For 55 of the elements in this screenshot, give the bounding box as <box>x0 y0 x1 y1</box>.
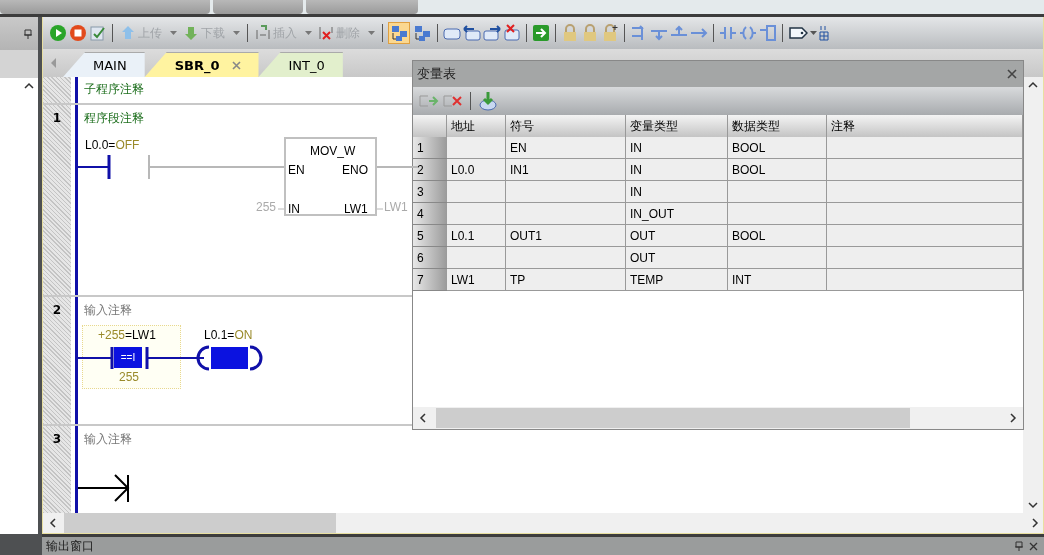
window-title: 变量表 <box>417 65 456 83</box>
table-cell[interactable]: LW1 <box>447 269 506 291</box>
pin-label: IN <box>288 202 300 216</box>
row-number: 6 <box>413 247 447 269</box>
table-cell[interactable]: L0.0 <box>447 159 506 181</box>
compare-value: 255 <box>119 370 140 384</box>
row-number: 2 <box>413 159 447 181</box>
table-cell[interactable]: TEMP <box>626 269 728 291</box>
table-cell[interactable]: L0.1 <box>447 225 506 247</box>
contact-label: L0.0=OFF <box>85 138 140 152</box>
table-cell[interactable]: OUT <box>626 247 728 269</box>
table-cell[interactable]: IN <box>626 159 728 181</box>
column-header: 变量类型 <box>626 115 728 137</box>
table-cell[interactable]: OUT1 <box>506 225 626 247</box>
subroutine-comment[interactable]: 子程序注释 <box>78 77 150 102</box>
comment-placeholder[interactable]: 输入注释 <box>84 302 132 319</box>
editor-tab[interactable]: SBR_0 <box>144 52 259 77</box>
editor-tab[interactable]: INT_0 <box>258 52 343 77</box>
input-value: 255 <box>256 200 277 214</box>
output-window-title: 输出窗口 <box>46 537 95 555</box>
row-number: 1 <box>413 137 447 159</box>
table-cell[interactable]: IN1 <box>506 159 626 181</box>
table-cell[interactable]: EN <box>506 137 626 159</box>
column-header: 地址 <box>447 115 506 137</box>
network-number: 3 <box>52 432 62 446</box>
network-number: 1 <box>52 111 62 125</box>
move-box[interactable]: MOV_W EN ENO IN LW1 <box>284 137 377 216</box>
pin-label: LW1 <box>344 202 368 216</box>
column-header: 数据类型 <box>728 115 827 137</box>
row-number: 7 <box>413 269 447 291</box>
table-cell[interactable]: BOOL <box>728 159 827 181</box>
box-title: MOV_W <box>310 144 356 158</box>
table-cell[interactable]: IN_OUT <box>626 203 728 225</box>
pin-label: EN <box>288 163 305 177</box>
output-value: LW1 <box>384 200 408 214</box>
table-cell[interactable]: BOOL <box>728 137 827 159</box>
network-comment[interactable]: 程序段注释 <box>84 110 144 127</box>
compare-label: +255=LW1 <box>98 328 156 342</box>
table-cell[interactable]: OUT <box>626 225 728 247</box>
editor-tab[interactable]: MAIN <box>63 52 145 77</box>
table-cell[interactable]: INT <box>728 269 827 291</box>
row-number: 3 <box>413 181 447 203</box>
column-header: 符号 <box>506 115 626 137</box>
pin-label: ENO <box>342 163 368 177</box>
column-header: 注释 <box>827 115 1023 137</box>
row-number: 5 <box>413 225 447 247</box>
table-cell[interactable]: BOOL <box>728 225 827 247</box>
network-number: 2 <box>52 303 62 317</box>
compare-operator[interactable]: ==I <box>114 347 142 368</box>
table-cell[interactable]: TP <box>506 269 626 291</box>
table-cell[interactable]: IN <box>626 137 728 159</box>
comment-placeholder[interactable]: 输入注释 <box>84 431 132 448</box>
coil-label: L0.1=ON <box>204 328 253 342</box>
table-cell[interactable]: IN <box>626 181 728 203</box>
row-number: 4 <box>413 203 447 225</box>
